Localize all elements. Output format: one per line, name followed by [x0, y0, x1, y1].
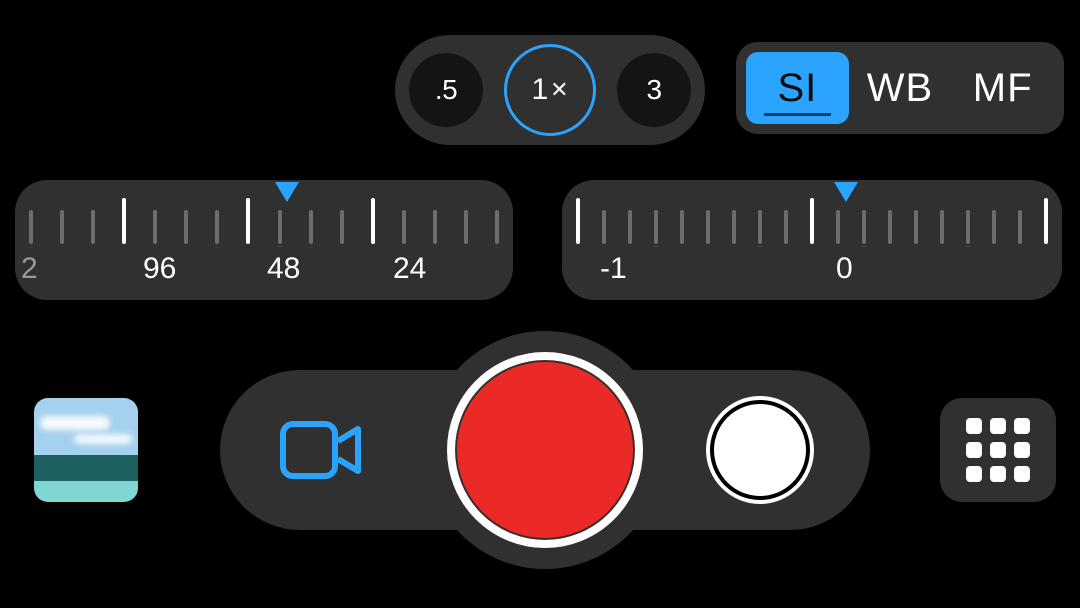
- zoom-1x-button[interactable]: 1✕: [504, 44, 596, 136]
- record-button[interactable]: [447, 352, 643, 548]
- gallery-grid-button[interactable]: [940, 398, 1056, 502]
- dial-label: -1: [600, 252, 627, 286]
- zoom-label: 1: [531, 73, 548, 107]
- dial-label: 2: [21, 252, 38, 286]
- dial-label: 96: [143, 252, 176, 286]
- mode-si-button[interactable]: SI: [746, 52, 849, 124]
- dial-ticks: [15, 194, 513, 244]
- last-capture-thumbnail[interactable]: [34, 398, 138, 502]
- mode-mf-button[interactable]: MF: [951, 52, 1054, 124]
- zoom-3x-button[interactable]: 3: [617, 53, 691, 127]
- zoom-selector: .5 1✕ 3: [395, 35, 705, 145]
- dial-label: 24: [393, 252, 426, 286]
- mode-label: SI: [777, 66, 817, 111]
- zoom-label: 3: [646, 74, 661, 106]
- dial-pointer-icon: [834, 182, 858, 202]
- dial-ticks: [562, 194, 1062, 244]
- zoom-label: .5: [435, 74, 457, 106]
- zoom-suffix: ✕: [550, 77, 568, 103]
- still-shutter-button[interactable]: [710, 400, 810, 500]
- exposure-dial[interactable]: -1 0: [562, 180, 1062, 300]
- dial-label: 48: [267, 252, 300, 286]
- dial-label: 0: [836, 252, 853, 286]
- record-ring: [426, 331, 664, 569]
- mode-wb-button[interactable]: WB: [849, 52, 952, 124]
- mode-label: MF: [973, 66, 1033, 111]
- capture-mode-segment: SI WB MF: [736, 42, 1064, 134]
- shutter-dial[interactable]: 2 96 48 24: [15, 180, 513, 300]
- grid-icon: [966, 418, 1030, 482]
- dial-pointer-icon: [275, 182, 299, 202]
- capture-bar: [220, 370, 870, 530]
- video-mode-button[interactable]: [280, 421, 362, 479]
- mode-label: WB: [867, 66, 933, 111]
- video-camera-icon: [280, 421, 362, 479]
- zoom-0.5x-button[interactable]: .5: [409, 53, 483, 127]
